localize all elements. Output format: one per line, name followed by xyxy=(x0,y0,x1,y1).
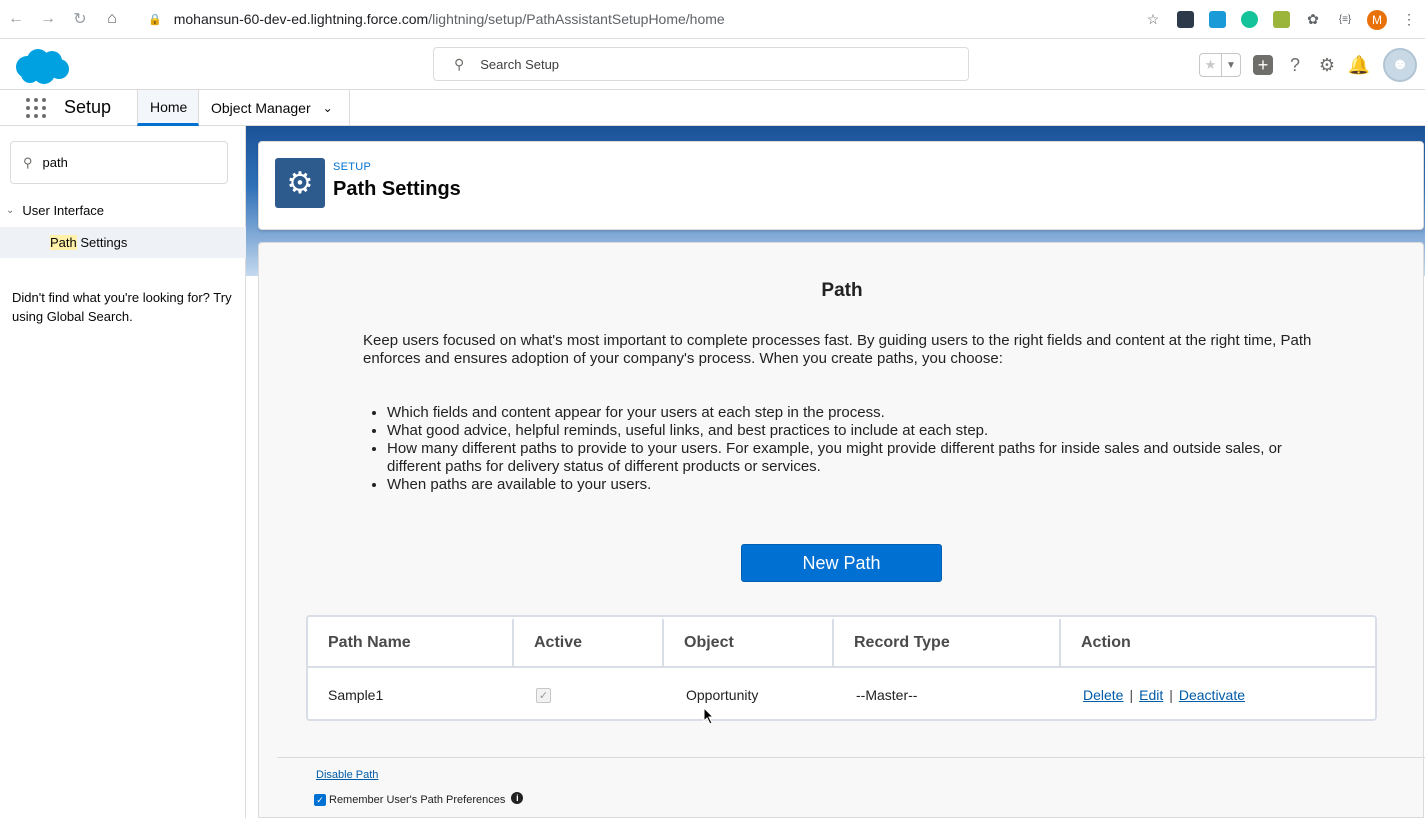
mouse-cursor-icon xyxy=(703,706,715,730)
search-icon: ⚲ xyxy=(454,55,465,72)
paths-table: Path Name Active Object Record Type Acti… xyxy=(306,615,1377,721)
column-header-action: Action xyxy=(1061,619,1375,668)
list-item: Which fields and content appear for your… xyxy=(387,404,1307,422)
search-placeholder: Search Setup xyxy=(480,56,560,72)
remember-preferences-label: Remember User's Path Preferences xyxy=(329,794,506,806)
reload-icon[interactable]: ↻ xyxy=(64,0,96,39)
deactivate-link[interactable]: Deactivate xyxy=(1179,687,1245,703)
quick-find-value: path xyxy=(42,155,68,170)
extension-wheel-icon[interactable]: ✿ xyxy=(1297,6,1329,33)
chevron-down-icon[interactable]: ⌄ xyxy=(6,205,14,216)
separator: | xyxy=(1169,687,1173,703)
address-bar[interactable]: 🔒 mohansun-60-dev-ed.lightning.force.com… xyxy=(148,11,725,27)
list-item: What good advice, helpful reminds, usefu… xyxy=(387,422,1307,440)
page-header: ⚙ SETUP Path Settings xyxy=(258,141,1424,230)
url-host: mohansun-60-dev-ed.lightning.force.com xyxy=(173,11,429,27)
separator: | xyxy=(1129,687,1134,703)
tab-object-manager-label: Object Manager xyxy=(211,100,311,116)
cell-actions: Delete | Edit | Deactivate xyxy=(1063,673,1375,717)
setup-gear-icon: ⚙ xyxy=(275,158,325,208)
column-header-record-type: Record Type xyxy=(834,619,1061,668)
list-item: When paths are available to your users. xyxy=(387,476,1307,494)
remember-preferences-checkbox[interactable]: ✓ xyxy=(314,794,326,806)
extension-json-icon[interactable]: {≡} xyxy=(1329,6,1361,33)
tree-group-user-interface[interactable]: ⌄ User Interface xyxy=(6,203,104,218)
tree-item-label: Settings xyxy=(76,235,128,250)
app-navigation: Setup Home Object Manager ⌄ xyxy=(0,90,1425,126)
favorites-button[interactable]: ★ ▼ xyxy=(1199,53,1241,77)
search-help-text: Didn't find what you're looking for? Try… xyxy=(12,290,232,324)
extension-dark-icon[interactable] xyxy=(1169,6,1201,33)
disable-path-link[interactable]: Disable Path xyxy=(316,769,378,781)
page-eyebrow: SETUP xyxy=(333,161,372,173)
tab-object-manager[interactable]: Object Manager ⌄ xyxy=(199,90,350,126)
lock-icon: 🔒 xyxy=(148,13,162,26)
setup-tree-panel: ⚲ path ⌄ User Interface Path Settings Di… xyxy=(0,126,246,818)
global-actions-icon[interactable]: + xyxy=(1247,49,1279,81)
page-title: Path Settings xyxy=(333,178,461,200)
intro-text: Keep users focused on what's most import… xyxy=(363,332,1312,367)
url-path: /lightning/setup/PathAssistantSetupHome/… xyxy=(428,11,725,27)
extension-sd-icon[interactable] xyxy=(1201,6,1233,33)
remember-preferences-option: ✓ Remember User's Path Preferences i xyxy=(314,792,524,806)
user-avatar[interactable]: ☻ xyxy=(1383,48,1417,82)
column-header-path-name: Path Name xyxy=(308,619,514,668)
list-item: How many different paths to provide to y… xyxy=(387,440,1307,476)
quick-find-input[interactable]: ⚲ path xyxy=(10,141,228,184)
tab-home-label: Home xyxy=(150,98,188,115)
column-header-active: Active xyxy=(514,619,664,668)
cell-active: ✓ xyxy=(516,673,666,717)
tree-group-label: User Interface xyxy=(22,203,105,218)
favorites-dropdown-icon[interactable]: ▼ xyxy=(1222,54,1240,76)
tab-home[interactable]: Home xyxy=(137,90,199,126)
edit-link[interactable]: Edit xyxy=(1139,687,1163,703)
info-icon[interactable]: i xyxy=(511,792,524,804)
global-header: ⚲ Search Setup ★ ▼ + ? ⚙ 🔔 ☻ xyxy=(0,39,1425,90)
notifications-bell-icon[interactable]: 🔔 xyxy=(1343,49,1375,81)
setup-gear-icon[interactable]: ⚙ xyxy=(1311,49,1343,81)
active-checkbox: ✓ xyxy=(536,687,551,703)
cell-record-type: --Master-- xyxy=(856,687,918,703)
browser-menu-icon[interactable]: ⋮ xyxy=(1393,6,1425,33)
browser-toolbar: ← → ↻ ⌂ 🔒 mohansun-60-dev-ed.lightning.f… xyxy=(0,0,1425,39)
main-content: Path Keep users focused on what's most i… xyxy=(258,242,1425,818)
cell-path-name: Sample1 xyxy=(328,687,384,703)
home-icon[interactable]: ⌂ xyxy=(96,0,128,39)
section-heading: Path xyxy=(821,280,863,301)
forward-icon[interactable]: → xyxy=(32,0,64,39)
extension-cat-icon[interactable] xyxy=(1265,6,1297,33)
divider xyxy=(277,757,1425,758)
column-header-object: Object xyxy=(664,619,834,668)
salesforce-logo-icon[interactable] xyxy=(12,47,70,90)
search-icon: ⚲ xyxy=(23,154,33,170)
chevron-down-icon[interactable]: ⌄ xyxy=(323,101,333,115)
app-launcher-icon[interactable] xyxy=(26,98,46,118)
new-path-button[interactable]: New Path xyxy=(741,544,942,582)
delete-link[interactable]: Delete xyxy=(1083,687,1123,703)
tree-item-path-settings[interactable]: Path Settings xyxy=(0,227,246,258)
app-name: Setup xyxy=(64,97,112,117)
tree-item-highlight: Path xyxy=(50,235,77,250)
profile-avatar[interactable]: M xyxy=(1361,6,1393,33)
feature-list: Which fields and content appear for your… xyxy=(387,404,1307,494)
favorite-star-icon[interactable]: ★ xyxy=(1200,54,1222,76)
help-icon[interactable]: ? xyxy=(1279,49,1311,81)
bookmark-star-icon[interactable]: ☆ xyxy=(1137,6,1169,33)
back-icon[interactable]: ← xyxy=(0,0,32,39)
global-search-input[interactable]: ⚲ Search Setup xyxy=(433,47,969,81)
grammarly-icon[interactable] xyxy=(1233,6,1265,33)
cell-object: Opportunity xyxy=(686,687,759,703)
